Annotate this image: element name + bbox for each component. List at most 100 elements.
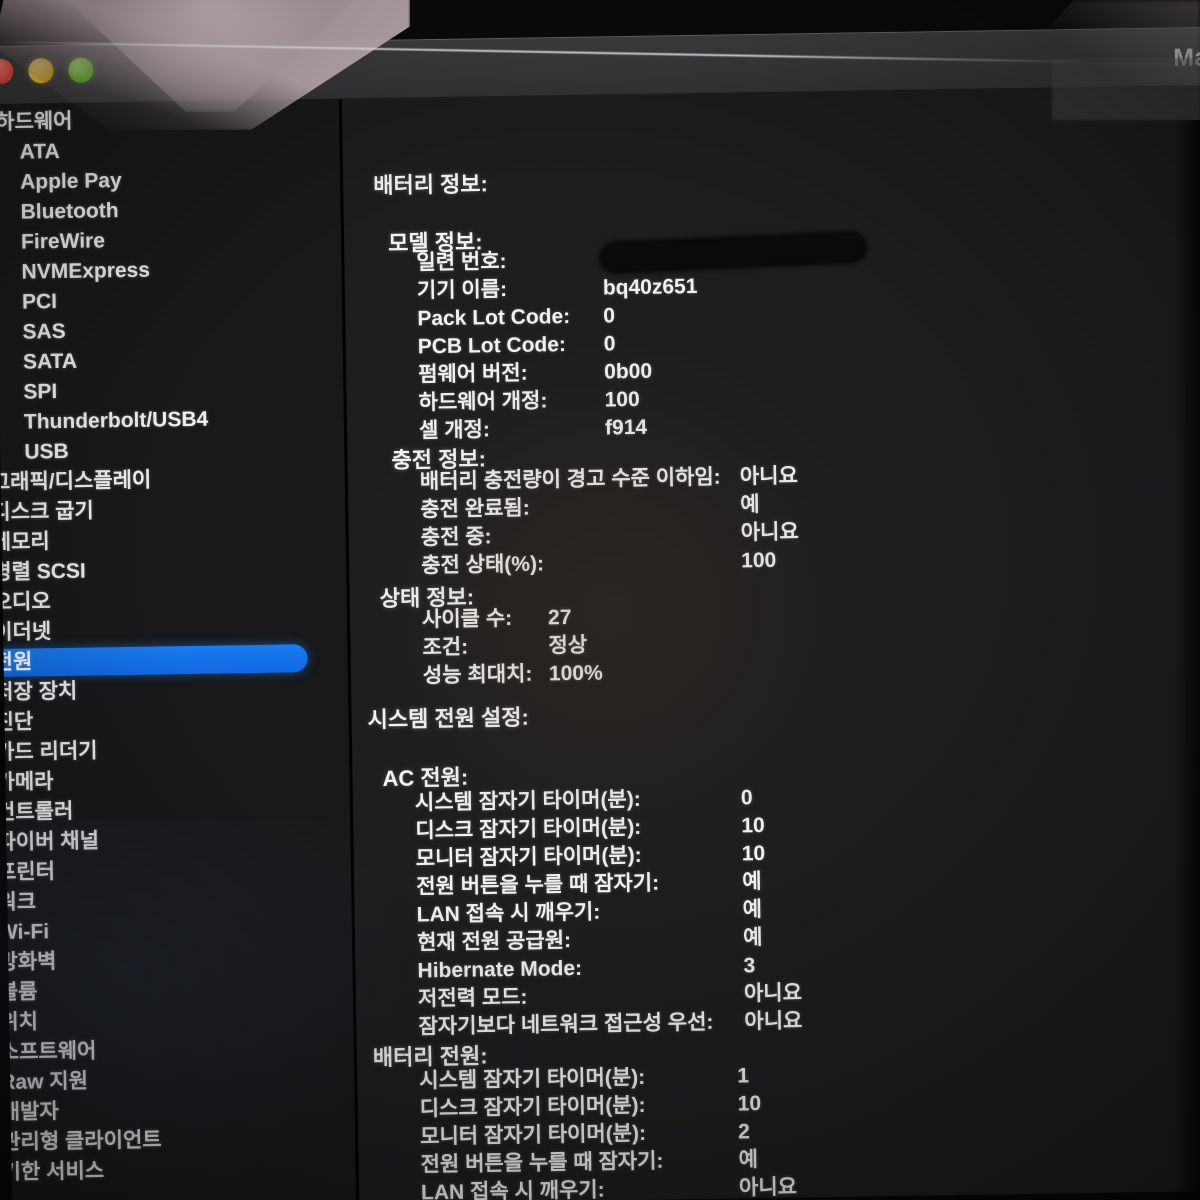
row-label: 충전 중: <box>420 525 492 550</box>
sidebar-item-label: SAS <box>22 319 66 344</box>
row-value: f914 <box>604 415 648 440</box>
sidebar-item-label: Thunderbolt/USB4 <box>23 407 209 434</box>
window-title: Ma <box>1172 43 1200 72</box>
row-value: 100 <box>604 387 640 412</box>
sidebar[interactable]: 하드웨어 ATA Apple Pay Bluetooth FireWire NVMExpr… <box>0 98 357 1200</box>
sidebar-item-label: 개발자 <box>0 1100 59 1125</box>
row-label: 잠자기보다 네트워크 접근성 우선: <box>418 1010 714 1039</box>
row-value: 아니요 <box>740 520 799 545</box>
sidebar-item-label: 기한 서비스 <box>1 1159 105 1185</box>
row-value: 10 <box>741 841 766 866</box>
row-label: 전원 버튼을 누를 때 잠자기: <box>420 1149 664 1177</box>
row-label: 기기 이름: <box>416 277 508 303</box>
row-value: 예 <box>742 926 763 950</box>
sidebar-item-label: Apple Pay <box>19 169 122 194</box>
row-label: LAN 접속 시 깨우기: <box>416 900 601 927</box>
sidebar-item-label: 파이버 채널 <box>0 829 100 855</box>
row-label: 사이클 수: <box>421 606 513 632</box>
row-label: 일련 번호: <box>416 249 507 275</box>
sidebar-item-label: 진단 <box>0 710 34 735</box>
sidebar-item-label: 관리형 클라이언트 <box>1 1128 162 1155</box>
row-value: 27 <box>547 606 572 630</box>
sidebar-item-label: 위치 <box>0 1010 39 1035</box>
row-value: 아니요 <box>743 981 803 1006</box>
sidebar-item-label: 카드 리더기 <box>0 739 98 765</box>
system-information-window: Ma 하드웨어 ATA Apple Pay Bluetooth FireWire NVME… <box>0 26 1200 1200</box>
row-value: 예 <box>740 493 760 517</box>
sidebar-item-label: 방화벽 <box>0 950 57 975</box>
row-label: Hibernate Mode: <box>417 956 583 983</box>
row-label: Pack Lot Code: <box>417 304 571 331</box>
row-value: 예 <box>742 870 762 894</box>
row-label: 모니터 잠자기 타이머(분): <box>420 1121 647 1149</box>
row-label: 현재 전원 공급원: <box>416 929 572 955</box>
sidebar-item-label: Raw 지원 <box>0 1069 89 1095</box>
row-value: 3 <box>743 954 756 978</box>
window-body: 하드웨어 ATA Apple Pay Bluetooth FireWire NVMExpr… <box>0 84 1200 1200</box>
minimize-button[interactable] <box>28 58 54 84</box>
sidebar-item-label: PCI <box>21 290 58 314</box>
row-value: 0 <box>603 304 616 328</box>
sidebar-item-label: 저장 장치 <box>0 679 78 705</box>
row-label: LAN 접속 시 깨우기: <box>420 1178 605 1200</box>
row-label: 모니터 잠자기 타이머(분): <box>415 843 642 871</box>
row-value: 10 <box>741 813 765 838</box>
serial-number-redaction <box>601 233 865 272</box>
row-label: 디스크 잠자기 타이머(분): <box>415 815 642 843</box>
row-value: 2 <box>737 1120 751 1144</box>
sidebar-item-label: 카메라 <box>0 770 54 795</box>
sidebar-item-label: 메모리 <box>0 530 50 555</box>
sidebar-item-label: 프린터 <box>0 860 56 885</box>
row-value: 10 <box>737 1092 762 1116</box>
close-button[interactable] <box>0 58 14 85</box>
row-label: 충전 상태(%): <box>421 552 545 578</box>
row-value: bq40z651 <box>602 274 698 300</box>
row-label: 디스크 잠자기 타이머(분): <box>419 1093 646 1121</box>
row-value: 정상 <box>548 633 588 658</box>
row-label: 펌웨어 버전: <box>418 361 528 387</box>
window-controls[interactable] <box>0 57 94 85</box>
sidebar-item-35[interactable]: 기한 서비스 <box>1 1152 355 1188</box>
row-value: 100 <box>740 548 777 573</box>
sidebar-selection-highlight <box>0 644 308 678</box>
sidebar-item-label: Bluetooth <box>20 199 119 224</box>
row-value: 예 <box>738 1148 759 1172</box>
sidebar-item-label: NVMExpress <box>21 258 151 284</box>
row-value: 아니요 <box>744 1009 803 1034</box>
row-value: 예 <box>742 898 763 922</box>
row-label: 시스템 잠자기 타이머(분): <box>419 1065 646 1093</box>
row-label: 시스템 잠자기 타이머(분): <box>414 787 641 815</box>
row-value: 0 <box>603 332 616 356</box>
sidebar-item-label: 볼륨 <box>0 980 38 1005</box>
row-label: 성능 최대치: <box>422 662 533 688</box>
zoom-button[interactable] <box>68 57 94 83</box>
sidebar-item-label: 오디오 <box>0 590 51 615</box>
sidebar-item-label: 소프트웨어 <box>0 1039 97 1065</box>
row-label: PCB Lot Code: <box>417 333 567 359</box>
sidebar-item-label: Wi-Fi <box>0 920 50 945</box>
row-value: 0 <box>740 786 753 810</box>
system-power-heading: 시스템 전원 설정: <box>367 704 530 733</box>
content-pane: 배터리 정보: 모델 정보: 일련 번호: 기기 이름: bq40z651 Pack Lo… <box>341 84 1200 1200</box>
row-value: 아니요 <box>738 1175 798 1200</box>
sidebar-item-label: SPI <box>23 380 58 404</box>
sidebar-item-label: 그래픽/디스플레이 <box>0 468 152 495</box>
row-label: 저전력 모드: <box>417 985 528 1011</box>
sidebar-item-label: 병렬 SCSI <box>0 559 86 585</box>
row-value: 1 <box>737 1064 750 1088</box>
sidebar-item-label: 워크 <box>0 890 37 915</box>
battery-info-heading: 배터리 정보: <box>373 171 489 199</box>
row-value: 100% <box>548 661 603 686</box>
sidebar-item-label: USB <box>24 439 69 464</box>
sidebar-item-label: SATA <box>22 349 78 374</box>
sidebar-item-label: 이더넷 <box>0 620 52 645</box>
row-label: 하드웨어 개정: <box>418 389 548 415</box>
row-label: 충전 완료됨: <box>420 496 530 522</box>
sidebar-item-label: FireWire <box>20 229 106 254</box>
photographed-screen: Ma 하드웨어 ATA Apple Pay Bluetooth FireWire NVME… <box>0 0 1200 1200</box>
row-label: 전원 버튼을 누를 때 잠자기: <box>416 871 660 899</box>
sidebar-item-label: 하드웨어 <box>0 109 73 134</box>
sidebar-item-label: 전원 <box>0 650 33 675</box>
row-value: 0b00 <box>604 359 653 384</box>
row-value: 아니요 <box>739 464 799 489</box>
